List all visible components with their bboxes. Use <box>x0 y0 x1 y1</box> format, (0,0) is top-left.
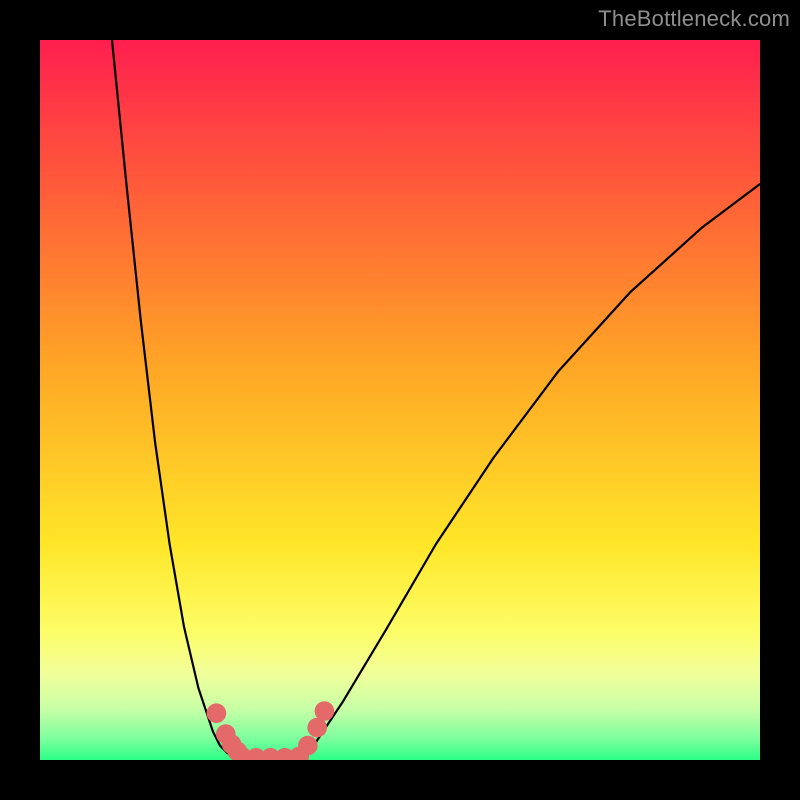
watermark-text: TheBottleneck.com <box>598 6 790 32</box>
plot-area <box>40 40 760 760</box>
chart-frame: TheBottleneck.com <box>0 0 800 800</box>
marker-dot <box>315 701 335 721</box>
marker-dot <box>298 736 318 756</box>
data-markers <box>207 701 335 760</box>
data-lines <box>112 40 760 760</box>
series-right_branch <box>299 184 760 760</box>
curves-layer <box>40 40 760 760</box>
marker-dot <box>207 703 227 723</box>
series-left_branch <box>112 40 242 760</box>
